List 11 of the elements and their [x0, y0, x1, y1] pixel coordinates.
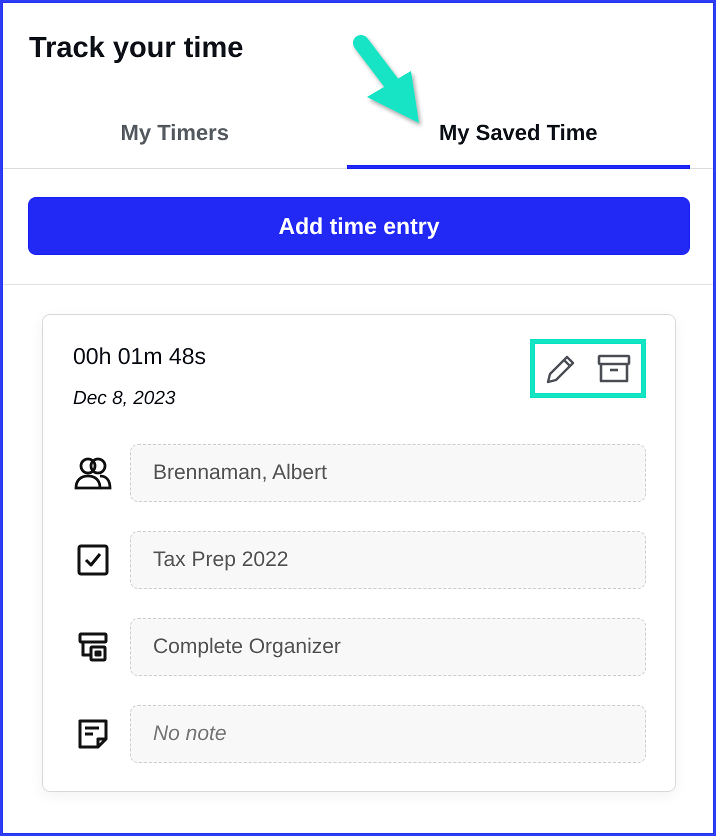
archive-icon[interactable]: [597, 352, 631, 385]
input-field[interactable]: No note: [130, 704, 646, 763]
tab[interactable]: My Timers: [3, 102, 346, 169]
input-field[interactable]: Tax Prep 2022: [130, 530, 646, 589]
page-title: Track your time: [28, 31, 244, 66]
date-text: Dec 8, 2023: [73, 387, 176, 412]
input-field[interactable]: Brennaman, Albert: [130, 444, 646, 502]
input-field[interactable]: Complete Organizer: [130, 618, 646, 676]
people-icon: [73, 456, 113, 490]
add-entry-button[interactable]: Add time entry: [28, 196, 690, 255]
duration-text: 00h 01m 48s: [73, 342, 206, 371]
